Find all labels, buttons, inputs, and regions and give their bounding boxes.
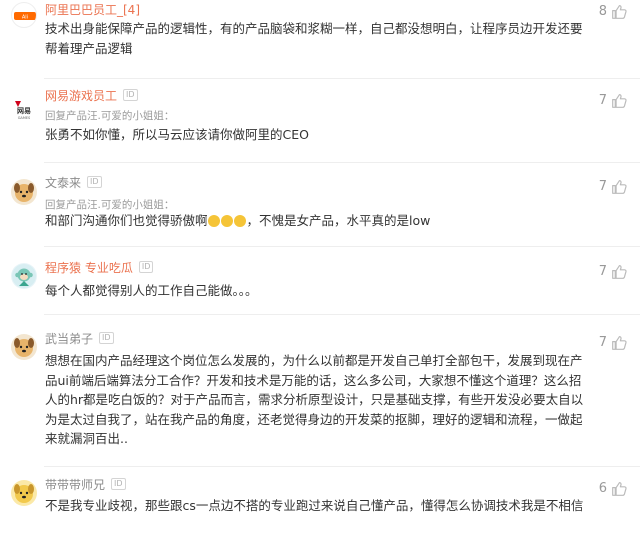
laughing-emoji-icon	[233, 215, 246, 227]
like-button[interactable]: 7	[599, 178, 628, 195]
reply-to-text: 回复产品汪.可爱的小姐姐：	[45, 110, 175, 122]
like-count: 7	[598, 335, 607, 350]
thumbs-up-icon	[612, 4, 627, 19]
avatar[interactable]: Ali	[11, 2, 37, 28]
avatar[interactable]	[11, 334, 37, 360]
avatar[interactable]	[11, 179, 37, 205]
avatar[interactable]: 网易 GAMES	[11, 95, 37, 121]
laughing-emoji-icon	[220, 215, 233, 227]
avatar[interactable]	[11, 480, 37, 506]
comment-text: 张勇不如你懂，所以马云应该请你做阿里的CEO	[45, 127, 309, 142]
thumbs-up-icon	[612, 264, 627, 279]
avatar[interactable]	[11, 263, 37, 289]
comment-text-part: 和部门沟通你们也觉得骄傲啊	[45, 213, 208, 228]
id-badge: ID	[138, 261, 154, 273]
comment-item: Ali 阿里巴巴员工_[4] 技术出身能保障产品的逻辑性，有的产品脑袋和浆糊一样…	[0, 0, 640, 78]
id-badge: ID	[111, 478, 126, 490]
username[interactable]: 网易游戏员工	[45, 87, 117, 104]
id-badge: ID	[99, 332, 114, 344]
dog-yellow-avatar-icon	[14, 484, 34, 503]
comment-item: 网易 GAMES 网易游戏员工 ID 回复产品汪.可爱的小姐姐： 张勇不如你懂，…	[0, 78, 640, 162]
like-button[interactable]: 7	[599, 92, 628, 109]
thumbs-up-icon	[612, 93, 627, 108]
username[interactable]: 程序猿 专业吃瓜	[45, 259, 133, 276]
comment-item: 武当弟子 ID 想想在国内产品经理这个岗位怎么发展的，为什么以前都是开发自己单打…	[0, 314, 640, 466]
reply-to-text: 回复产品汪.可爱的小姐姐：	[45, 199, 175, 211]
thumbs-up-icon	[612, 481, 627, 496]
svg-text:Ali: Ali	[22, 15, 28, 21]
like-button[interactable]: 7	[599, 263, 628, 280]
like-count: 7	[598, 93, 607, 108]
thumbs-up-icon	[612, 179, 627, 194]
like-count: 7	[598, 264, 607, 279]
svg-text:网易: 网易	[17, 106, 31, 115]
thumbs-up-icon	[612, 335, 627, 350]
username[interactable]: 带带带师兄	[45, 476, 105, 493]
comment-text: 和部门沟通你们也觉得骄傲啊 ，不愧是女产品，水平真的是low	[45, 211, 585, 231]
like-count: 8	[598, 4, 607, 19]
comment-text: 每个人都觉得别人的工作自己能做。。。	[45, 283, 258, 298]
like-button[interactable]: 8	[599, 3, 628, 20]
username[interactable]: 阿里巴巴员工_[4]	[45, 1, 140, 18]
monkey-avatar-icon	[12, 264, 36, 288]
comment-item: 程序猿 专业吃瓜 ID 每个人都觉得别人的工作自己能做。。。 7	[0, 246, 640, 314]
svg-text:GAMES: GAMES	[18, 116, 31, 120]
comment-item: 文泰来 ID 回复产品汪.可爱的小姐姐： 和部门沟通你们也觉得骄傲啊 ，不愧是女产…	[0, 162, 640, 246]
comment-text-part: ，不愧是女产品，水平真的是low	[246, 213, 431, 228]
comment-text: 不是我专业歧视，那些跟cs一点边不搭的专业跑过来说自己懂产品，懂得怎么协调技术我…	[45, 498, 584, 513]
like-count: 6	[598, 481, 607, 496]
netease-logo-icon: 网易 GAMES	[11, 95, 37, 121]
id-badge: ID	[87, 176, 102, 188]
comment-text: 技术出身能保障产品的逻辑性，有的产品脑袋和浆糊一样，自己都没想明白，让程序员边开…	[45, 21, 583, 56]
laughing-emoji-icon	[207, 215, 220, 227]
username[interactable]: 武当弟子	[45, 330, 93, 347]
id-badge: ID	[123, 89, 138, 101]
comment-text: 想想在国内产品经理这个岗位怎么发展的，为什么以前都是开发自己单打全部包干，发展到…	[45, 353, 584, 446]
like-count: 7	[598, 179, 607, 194]
dog-avatar-icon	[14, 183, 34, 202]
like-button[interactable]: 6	[599, 480, 628, 497]
username[interactable]: 文泰来	[45, 174, 81, 191]
alibaba-logo-icon: Ali	[14, 12, 36, 21]
comment-item: 带带带师兄 ID 不是我专业歧视，那些跟cs一点边不搭的专业跑过来说自己懂产品，…	[0, 466, 640, 540]
like-button[interactable]: 7	[599, 334, 628, 351]
dog-avatar-icon	[14, 338, 34, 357]
